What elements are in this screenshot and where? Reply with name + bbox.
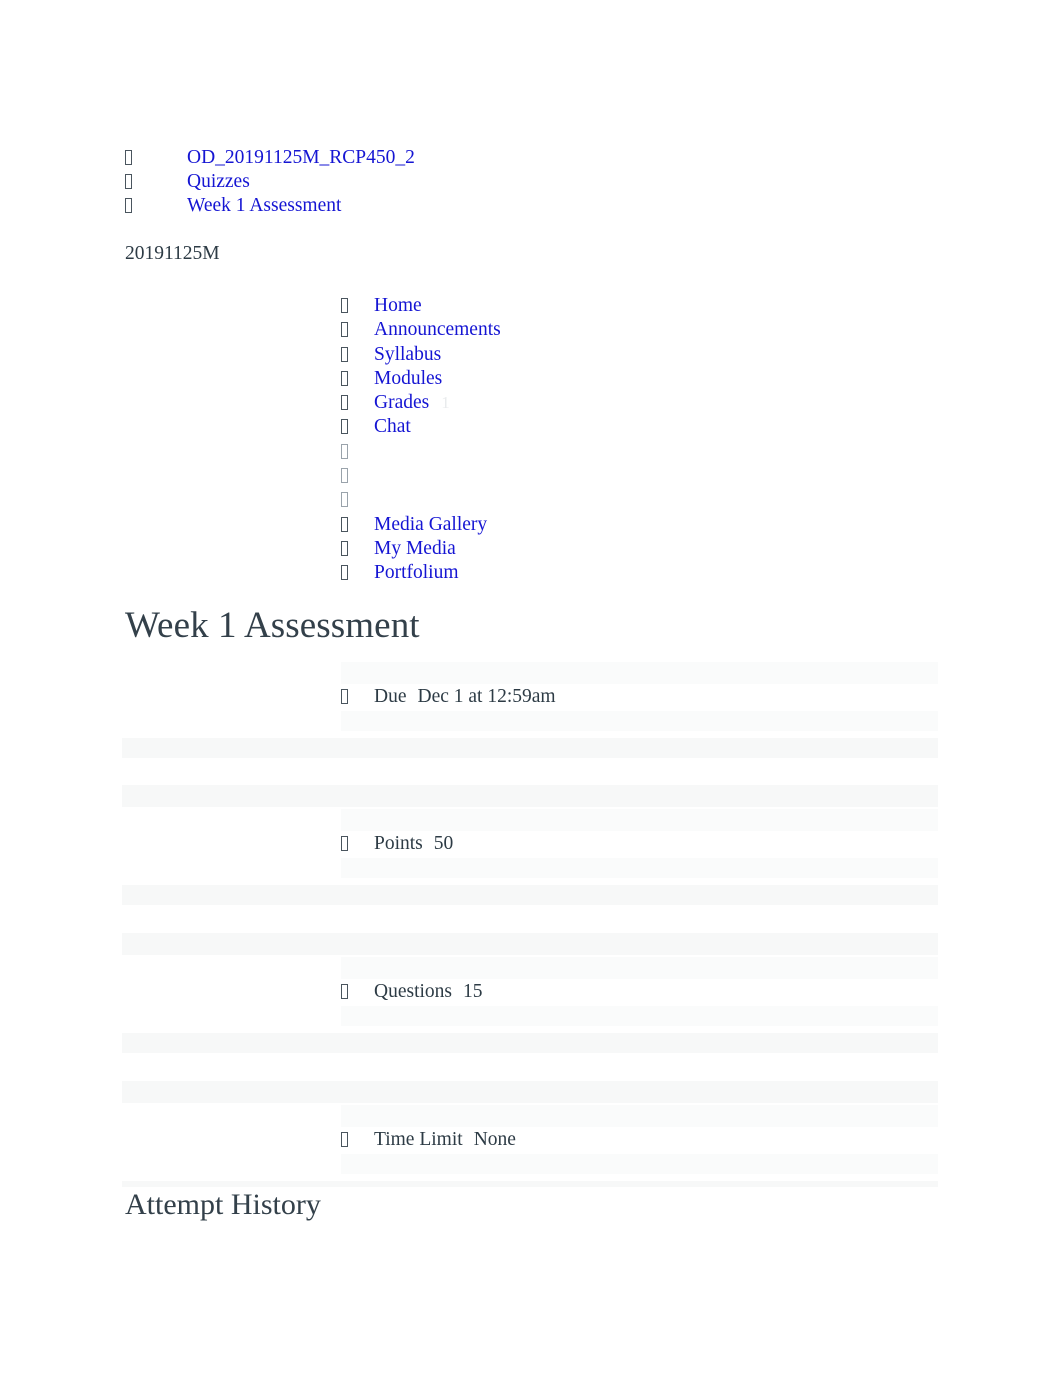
nav-item-announcements[interactable]: Announcements <box>341 318 501 342</box>
page-title: Week 1 Assessment <box>125 605 420 646</box>
detail-row-due: Due Dec 1 at 12:59am <box>341 686 556 708</box>
nav-link-chat[interactable]: Chat <box>374 416 411 437</box>
tofu-bullet-icon <box>341 833 374 855</box>
table-stripe <box>122 885 938 905</box>
tofu-bullet-icon <box>341 513 374 537</box>
document-page: OD_20191125M_RCP450_2 Quizzes Week 1 Ass… <box>0 0 1062 1377</box>
nav-item-modules[interactable]: Modules <box>341 367 501 391</box>
table-stripe <box>341 858 938 878</box>
course-code: 20191125M <box>125 243 220 264</box>
tofu-bullet-icon <box>125 170 187 194</box>
table-stripe <box>341 809 938 831</box>
table-stripe <box>122 738 938 758</box>
nav-link-portfolium[interactable]: Portfolium <box>374 562 459 583</box>
table-stripe <box>122 1081 938 1103</box>
nav-item-blank-3[interactable] <box>341 488 501 512</box>
detail-label: Due <box>374 686 407 707</box>
nav-link-my-media[interactable]: My Media <box>374 538 456 559</box>
table-stripe <box>341 662 938 684</box>
detail-label: Points <box>374 833 423 854</box>
tofu-bullet-icon <box>341 318 374 342</box>
attempt-history-title: Attempt History <box>125 1188 321 1221</box>
tofu-bullet-icon <box>341 440 374 464</box>
breadcrumb-item[interactable]: OD_20191125M_RCP450_2 <box>125 146 415 170</box>
nav-item-grades[interactable]: Grades 1 <box>341 391 501 415</box>
nav-item-my-media[interactable]: My Media <box>341 537 501 561</box>
table-stripe <box>122 1033 938 1053</box>
breadcrumb-item[interactable]: Week 1 Assessment <box>125 194 415 218</box>
breadcrumb: OD_20191125M_RCP450_2 Quizzes Week 1 Ass… <box>125 146 415 218</box>
tofu-bullet-icon <box>125 146 187 170</box>
tofu-bullet-icon <box>341 686 374 708</box>
tofu-bullet-icon <box>125 194 187 218</box>
nav-item-blank-1[interactable] <box>341 440 501 464</box>
tofu-bullet-icon <box>341 981 374 1003</box>
nav-link-modules[interactable]: Modules <box>374 368 442 389</box>
table-stripe <box>122 933 938 955</box>
detail-row-time-limit: Time Limit None <box>341 1129 516 1151</box>
tofu-bullet-icon <box>341 415 374 439</box>
nav-link-grades[interactable]: Grades <box>374 392 429 413</box>
nav-link-syllabus[interactable]: Syllabus <box>374 344 441 365</box>
table-stripe <box>341 1154 938 1174</box>
nav-item-media-gallery[interactable]: Media Gallery <box>341 513 501 537</box>
nav-item-syllabus[interactable]: Syllabus <box>341 343 501 367</box>
grades-badge: 1 <box>441 393 450 413</box>
nav-item-portfolium[interactable]: Portfolium <box>341 561 501 585</box>
breadcrumb-link-quiz[interactable]: Week 1 Assessment <box>187 195 341 216</box>
tofu-bullet-icon <box>341 294 374 318</box>
table-stripe <box>341 1006 938 1026</box>
tofu-bullet-icon <box>341 537 374 561</box>
table-stripe <box>341 711 938 731</box>
detail-value: None <box>473 1129 516 1150</box>
table-stripe <box>122 1181 938 1187</box>
nav-item-home[interactable]: Home <box>341 294 501 318</box>
nav-link-announcements[interactable]: Announcements <box>374 319 501 340</box>
tofu-bullet-icon <box>341 391 374 415</box>
tofu-bullet-icon <box>341 367 374 391</box>
tofu-bullet-icon <box>341 1129 374 1151</box>
breadcrumb-link-course[interactable]: OD_20191125M_RCP450_2 <box>187 147 415 168</box>
table-stripe <box>341 1105 938 1127</box>
detail-row-questions: Questions 15 <box>341 981 483 1003</box>
table-stripe <box>122 785 938 807</box>
nav-link-home[interactable]: Home <box>374 295 422 316</box>
detail-value: Dec 1 at 12:59am <box>417 686 556 707</box>
detail-label: Questions <box>374 981 452 1002</box>
detail-label: Time Limit <box>374 1129 463 1150</box>
tofu-bullet-icon <box>341 561 374 585</box>
detail-value: 15 <box>463 981 483 1002</box>
nav-link-media-gallery[interactable]: Media Gallery <box>374 514 487 535</box>
nav-item-blank-2[interactable] <box>341 464 501 488</box>
course-navigation: Home Announcements Syllabus Modules Grad… <box>341 294 501 586</box>
tofu-bullet-icon <box>341 488 374 512</box>
nav-item-chat[interactable]: Chat <box>341 415 501 439</box>
tofu-bullet-icon <box>341 464 374 488</box>
breadcrumb-link-quizzes[interactable]: Quizzes <box>187 171 250 192</box>
detail-value: 50 <box>433 833 454 854</box>
table-stripe <box>341 957 938 979</box>
detail-row-points: Points 50 <box>341 833 453 855</box>
tofu-bullet-icon <box>341 343 374 367</box>
breadcrumb-item[interactable]: Quizzes <box>125 170 415 194</box>
